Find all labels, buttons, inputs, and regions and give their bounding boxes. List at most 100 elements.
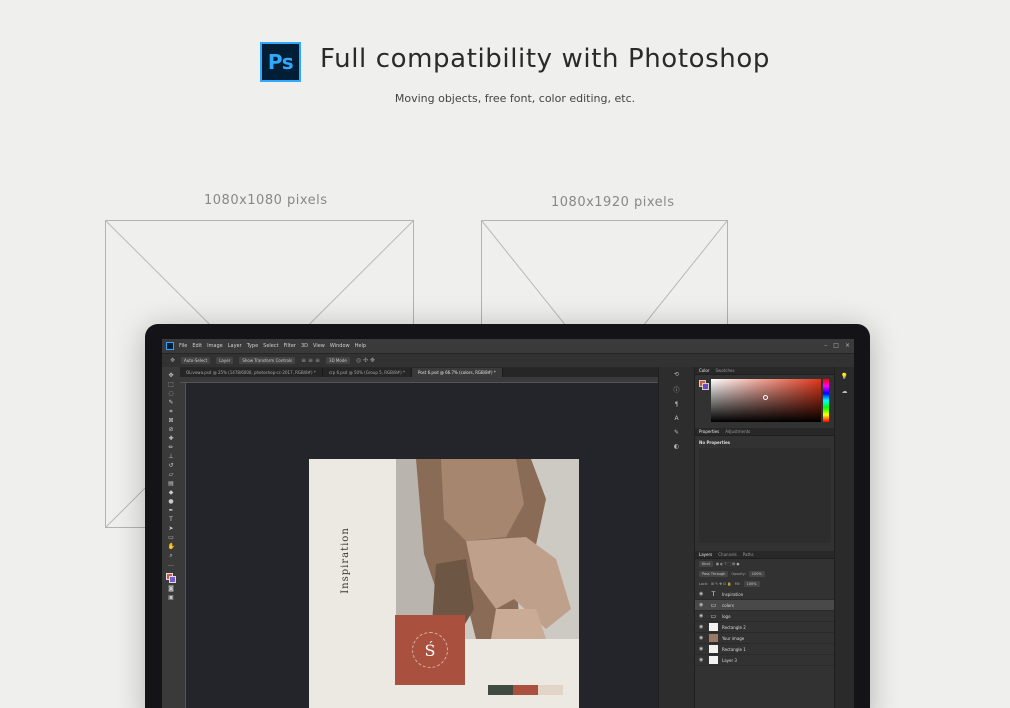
tab-channels[interactable]: Channels xyxy=(718,552,737,557)
layer-name: Layer 3 xyxy=(722,657,737,663)
menu-filter[interactable]: Filter xyxy=(284,343,296,349)
right-icon-strip: 💡 ☁ xyxy=(834,367,854,708)
info-panel-icon[interactable]: ⓘ xyxy=(673,385,679,394)
visibility-eye-icon[interactable]: ◉ xyxy=(699,613,705,619)
raster-icon xyxy=(709,645,718,653)
move-tool-icon[interactable]: ✥ xyxy=(170,357,175,364)
blend-mode-select[interactable]: Pass Through xyxy=(699,571,729,577)
more-tools-icon[interactable]: … xyxy=(168,562,175,568)
visibility-eye-icon[interactable]: ◉ xyxy=(699,602,705,608)
pen-icon[interactable]: ✒ xyxy=(168,508,175,514)
quick-select-icon[interactable]: ✎ xyxy=(168,400,175,406)
move-icon[interactable]: ✥ xyxy=(168,373,175,379)
close-icon[interactable]: × xyxy=(845,342,850,349)
tab-paths[interactable]: Paths xyxy=(743,552,754,557)
tab-properties[interactable]: Properties xyxy=(699,429,719,434)
quick-mask-icon[interactable]: ◙ xyxy=(168,586,175,592)
eyedropper-icon[interactable]: ⊘ xyxy=(168,427,175,433)
ps-app-icon xyxy=(166,342,174,350)
color-swatches[interactable] xyxy=(166,573,176,583)
tab-document-1[interactable]: OLivowa.psd @ 25% (1478/6000, photoshop-… xyxy=(180,368,323,377)
menu-edit[interactable]: Edit xyxy=(192,343,202,349)
hand-icon[interactable]: ✋ xyxy=(168,544,175,550)
eraser-icon[interactable]: ▱ xyxy=(168,472,175,478)
menu-3d[interactable]: 3D xyxy=(301,343,308,349)
tab-document-2[interactable]: crp 6.psd @ 50% (Group 5, RGB/8#) * xyxy=(323,368,412,377)
transform-controls-checkbox[interactable]: Show Transform Controls xyxy=(239,357,296,364)
healing-icon[interactable]: ✚ xyxy=(168,436,175,442)
frame-icon[interactable]: ⊠ xyxy=(168,418,175,424)
background-color-swatch[interactable] xyxy=(169,576,176,583)
brush-settings-icon[interactable]: ✎ xyxy=(674,429,679,436)
brand-logo-badge: Ś xyxy=(395,615,465,685)
visibility-eye-icon[interactable]: ◉ xyxy=(699,591,705,597)
screen-mode-icon[interactable]: ▣ xyxy=(168,595,175,601)
canvas-area[interactable]: Inspiration Ś xyxy=(186,383,658,708)
maximize-icon[interactable]: □ xyxy=(833,342,839,349)
layer-row-selected[interactable]: ◉ ▭ colors xyxy=(695,600,835,611)
opacity-input[interactable]: 100% xyxy=(748,571,765,577)
menu-file[interactable]: File xyxy=(179,343,187,349)
menu-layer[interactable]: Layer xyxy=(228,343,242,349)
zoom-icon[interactable]: ⌕ xyxy=(168,553,175,559)
history-panel-icon[interactable]: ⟲ xyxy=(674,371,679,378)
tab-swatches[interactable]: Swatches xyxy=(715,368,734,373)
align-icon[interactable]: ≡ ≡ ≡ xyxy=(301,357,320,364)
brush-icon[interactable]: ✏ xyxy=(168,445,175,451)
learn-icon[interactable]: 💡 xyxy=(841,373,848,380)
tab-document-3[interactable]: Post 6.psd @ 66.7% (colors, RGB/8#) * xyxy=(411,368,503,377)
menu-image[interactable]: Image xyxy=(207,343,223,349)
layer-row[interactable]: ◉ ▭ logo xyxy=(695,611,835,622)
menu-type[interactable]: Type xyxy=(247,343,258,349)
blur-icon[interactable]: ◆ xyxy=(168,490,175,496)
auto-select-target[interactable]: Layer xyxy=(216,357,234,364)
model-photo xyxy=(396,459,579,639)
color-picker-cursor[interactable] xyxy=(763,395,768,400)
layer-row[interactable]: ◉ Rectangle 1 xyxy=(695,644,835,655)
lasso-icon[interactable]: ◌ xyxy=(168,391,175,397)
layer-row[interactable]: ◉ T Inspiration xyxy=(695,589,835,600)
auto-select-checkbox[interactable]: Auto-Select xyxy=(181,357,211,364)
fill-input[interactable]: 100% xyxy=(743,581,760,587)
visibility-eye-icon[interactable]: ◉ xyxy=(699,635,705,641)
crop-icon[interactable]: ⌗ xyxy=(168,409,175,415)
path-select-icon[interactable]: ➤ xyxy=(168,526,175,532)
layer-name: colors xyxy=(722,602,734,608)
menu-help[interactable]: Help xyxy=(355,343,366,349)
menu-window[interactable]: Window xyxy=(330,343,350,349)
color-picker-field[interactable] xyxy=(711,379,821,422)
tab-color[interactable]: Color xyxy=(699,368,709,373)
stamp-icon[interactable]: ⊥ xyxy=(168,454,175,460)
minimize-icon[interactable]: – xyxy=(824,342,827,349)
tab-layers[interactable]: Layers xyxy=(699,552,712,557)
hue-slider[interactable] xyxy=(823,379,829,422)
panel-background-swatch[interactable] xyxy=(702,383,709,390)
visibility-eye-icon[interactable]: ◉ xyxy=(699,657,705,663)
lock-icons[interactable]: ⊞ ✎ ✥ ⊡ 🔒 xyxy=(711,582,732,586)
menu-view[interactable]: View xyxy=(313,343,325,349)
layer-filter-kind[interactable]: Kind xyxy=(699,561,713,567)
visibility-eye-icon[interactable]: ◉ xyxy=(699,646,705,652)
layer-name: Rectangle 2 xyxy=(722,624,746,630)
layer-row[interactable]: ◉ Layer 3 xyxy=(695,655,835,666)
menu-select[interactable]: Select xyxy=(263,343,278,349)
filter-icons[interactable]: ▣ ◐ T ⬚ ▤ ● xyxy=(716,562,740,566)
shape-icon[interactable]: ▭ xyxy=(168,535,175,541)
color-panel: Color Swatches xyxy=(695,367,835,425)
page-title: Full compatibility with Photoshop xyxy=(320,44,770,74)
visibility-eye-icon[interactable]: ◉ xyxy=(699,624,705,630)
gradient-icon[interactable]: ▤ xyxy=(168,481,175,487)
document-canvas[interactable]: Inspiration Ś xyxy=(309,459,579,708)
dodge-icon[interactable]: ● xyxy=(168,499,175,505)
layer-row[interactable]: ◉ Your image xyxy=(695,633,835,644)
layer-row[interactable]: ◉ Rectangle 2 xyxy=(695,622,835,633)
tab-adjustments[interactable]: Adjustments xyxy=(725,429,750,434)
history-brush-icon[interactable]: ↺ xyxy=(168,463,175,469)
libraries-icon[interactable]: ☁ xyxy=(842,388,848,395)
adjust-panel-icon[interactable]: ◐ xyxy=(674,443,679,450)
type-icon[interactable]: T xyxy=(168,517,175,523)
3d-tools-icon[interactable]: ◎ ✣ ✥ xyxy=(356,357,375,364)
paragraph-panel-icon[interactable]: ¶ xyxy=(675,401,679,408)
character-panel-icon[interactable]: A xyxy=(674,415,678,422)
marquee-icon[interactable]: ⬚ xyxy=(168,382,175,388)
